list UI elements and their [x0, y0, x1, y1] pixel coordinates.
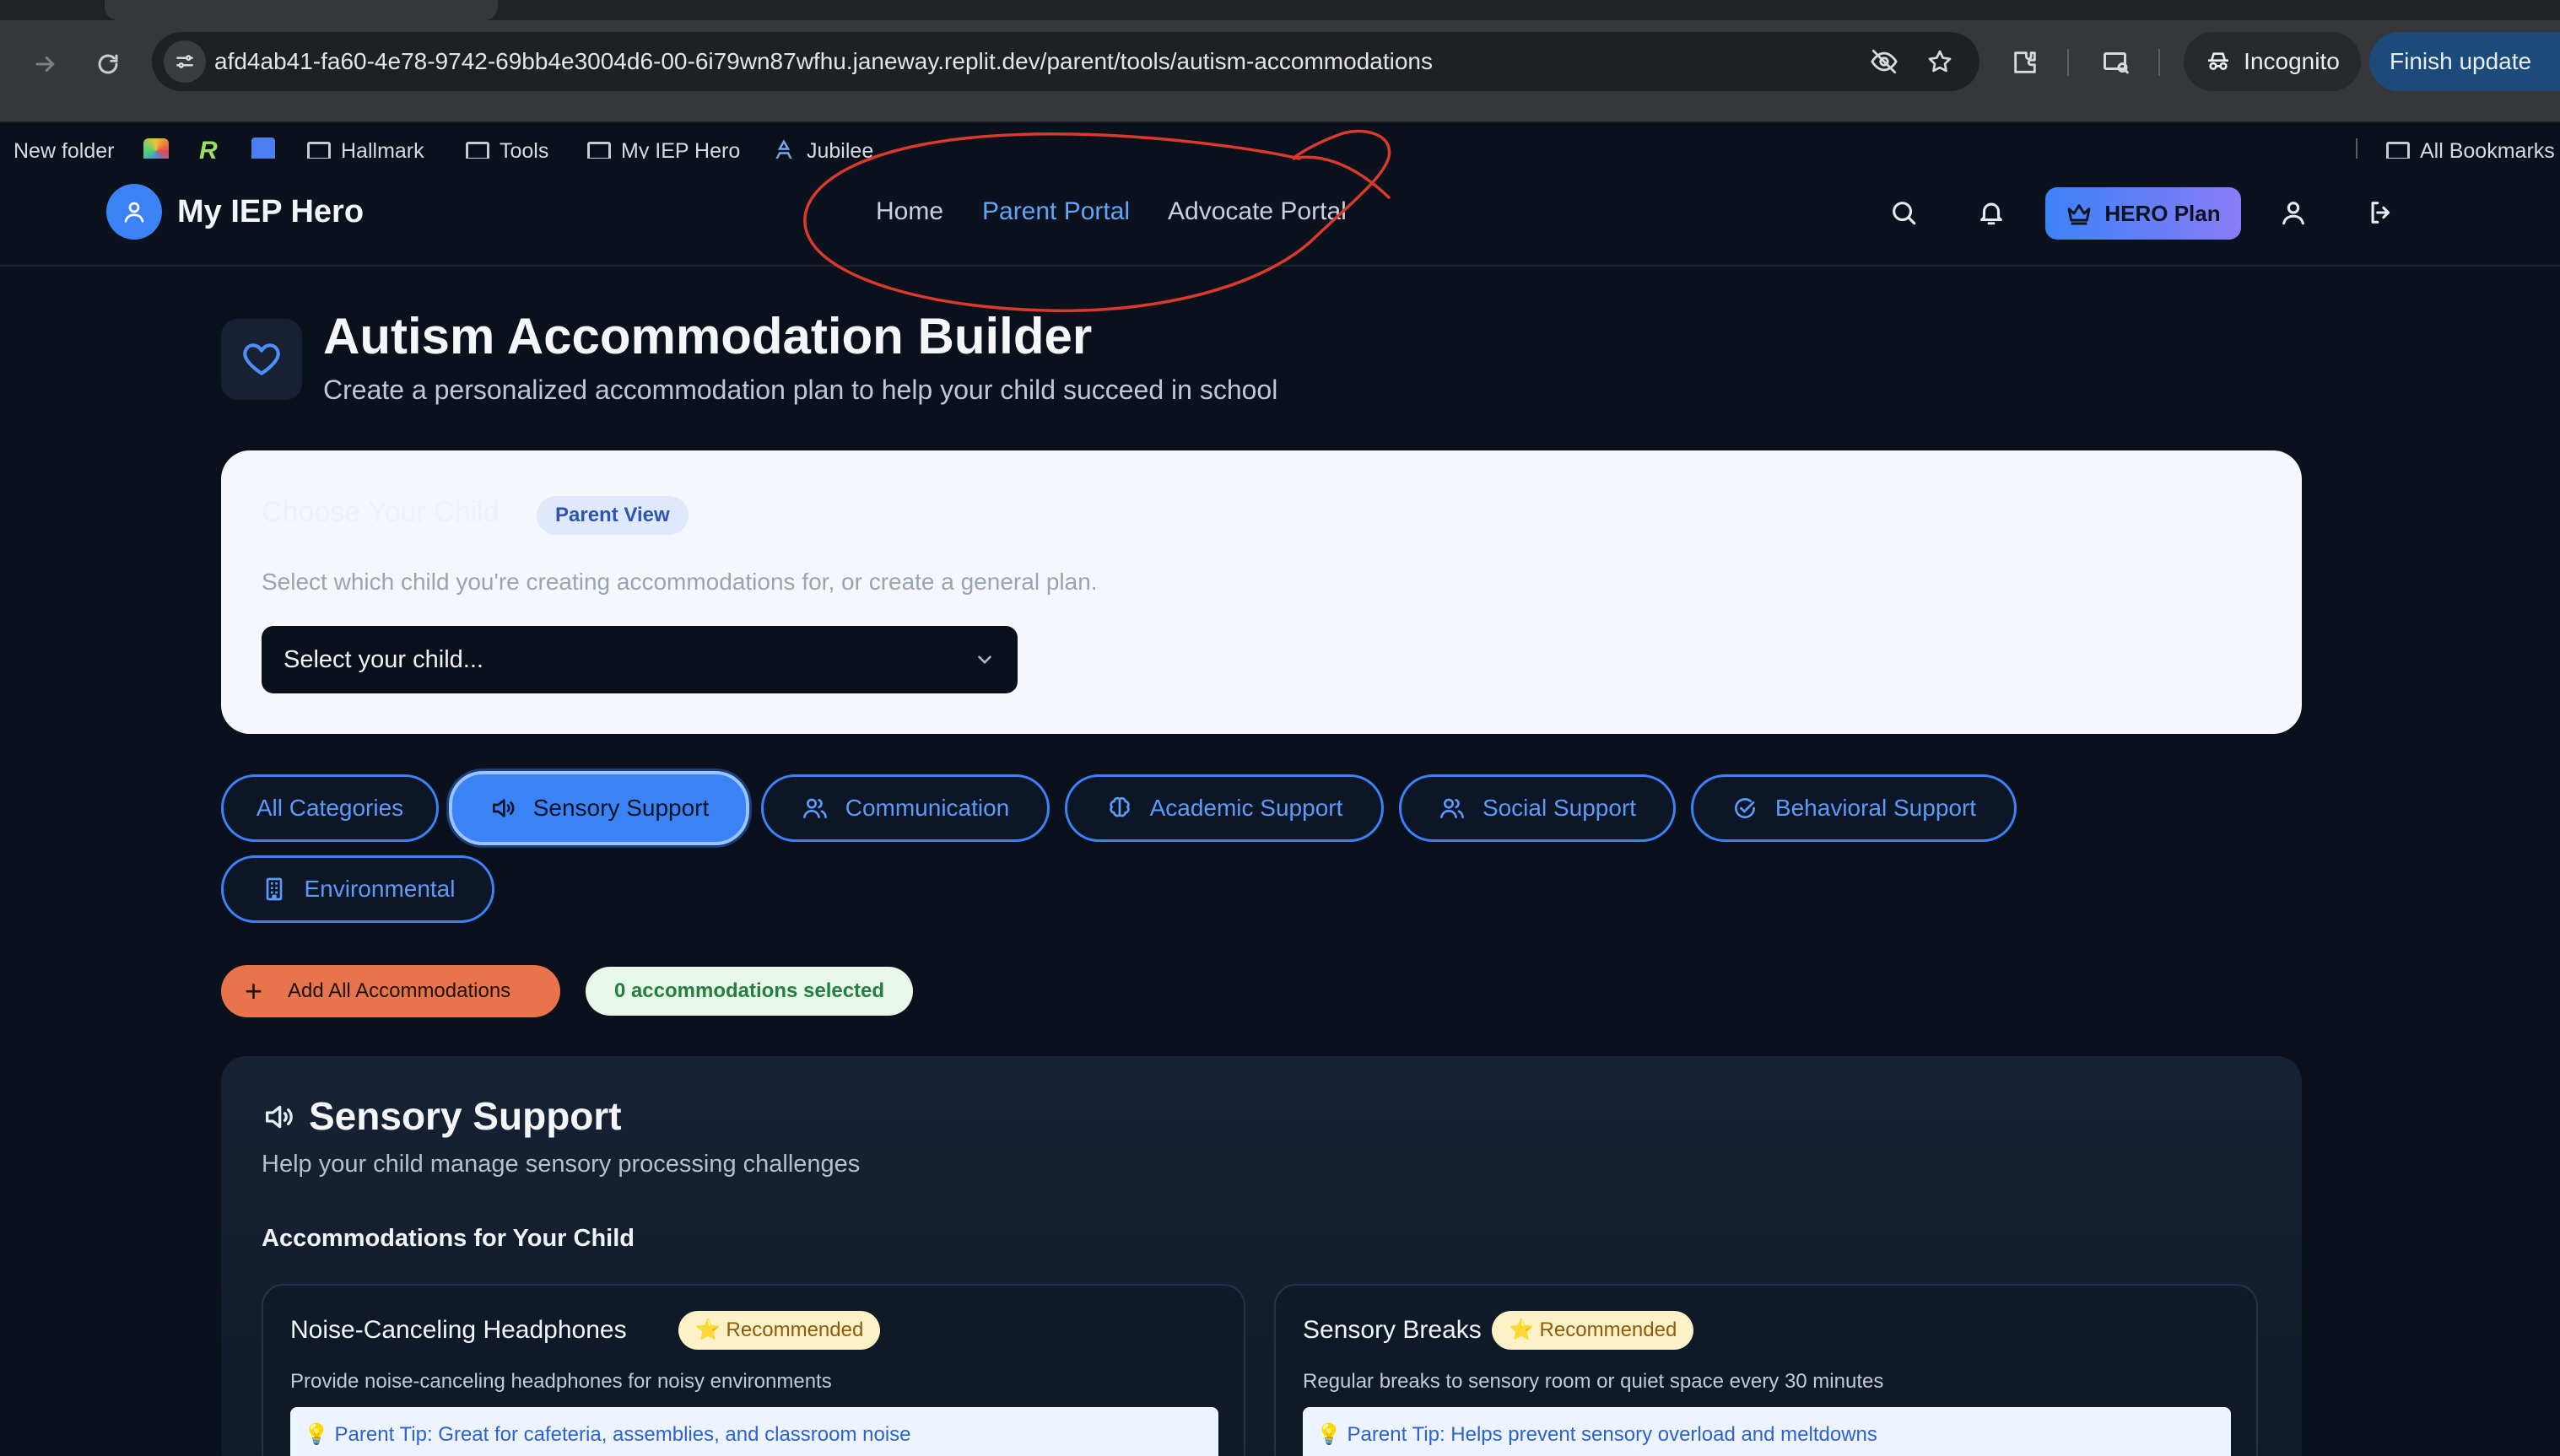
category-environmental[interactable]: Environmental	[221, 855, 494, 923]
search-button[interactable]	[1880, 189, 1927, 236]
eye-off-icon[interactable]	[1865, 42, 1904, 81]
volume-icon	[262, 1100, 295, 1138]
section-description: Help your child manage sensory processin…	[262, 1151, 861, 1178]
category-communication[interactable]: Communication	[761, 774, 1050, 842]
user-icon	[2282, 202, 2304, 225]
recommended-badge: ⭐ Recommended	[1492, 1311, 1694, 1350]
site-settings-icon[interactable]	[164, 40, 206, 83]
category-behavioral-support[interactable]: Behavioral Support	[1691, 774, 2017, 842]
profile-button[interactable]	[2270, 189, 2317, 236]
chevron-down-icon	[974, 626, 996, 693]
child-select-value: Select your child...	[284, 646, 483, 673]
add-all-label: Add All Accommodations	[288, 979, 511, 1002]
category-all[interactable]: All Categories	[221, 774, 439, 842]
choose-child-description: Select which child you're creating accom…	[262, 569, 1098, 595]
users-icon	[1439, 798, 1464, 818]
heart-icon-tile	[221, 319, 302, 400]
folder-icon	[307, 142, 331, 160]
reload-icon	[98, 54, 118, 74]
category-social-support[interactable]: Social Support	[1399, 774, 1676, 842]
page-subtitle: Create a personalized accommodation plan…	[323, 375, 1278, 405]
browser-toolbar: afd4ab41-fa60-4e78-9742-69bb4e3004d6-00-…	[0, 20, 2560, 164]
child-select[interactable]: Select your child...	[262, 626, 1018, 693]
search-icon	[1893, 202, 1916, 225]
accommodation-name: Noise-Canceling Headphones	[290, 1316, 627, 1344]
logout-button[interactable]	[2357, 189, 2405, 236]
nav-advocate-portal[interactable]: Advocate Portal	[1168, 182, 1347, 241]
incognito-indicator[interactable]: Incognito	[2184, 32, 2361, 91]
browser-tab-strip	[0, 0, 2560, 20]
notifications-button[interactable]	[1968, 189, 2015, 236]
category-label: Academic Support	[1149, 795, 1343, 821]
choose-child-card: Choose Your Child Parent View Select whi…	[221, 450, 2302, 734]
logout-icon	[2371, 202, 2390, 224]
accommodation-description: Regular breaks to sensory room or quiet …	[1303, 1370, 1884, 1393]
nav-home[interactable]: Home	[876, 182, 943, 241]
cast-search-icon[interactable]	[2093, 39, 2140, 86]
page-title: Autism Accommodation Builder	[323, 308, 1093, 364]
category-label: Environmental	[304, 876, 456, 902]
plus-icon: +	[245, 973, 263, 1008]
selected-count-badge: 0 accommodations selected	[586, 967, 913, 1016]
volume-icon	[492, 799, 515, 817]
section-subheading: Accommodations for Your Child	[262, 1225, 635, 1252]
address-bar[interactable]: afd4ab41-fa60-4e78-9742-69bb4e3004d6-00-…	[152, 32, 1979, 91]
hero-plan-label: HERO Plan	[2104, 200, 2221, 226]
finish-update-button[interactable]: Finish update	[2369, 32, 2560, 91]
hero-plan-button[interactable]: HERO Plan	[2045, 187, 2241, 240]
accommodation-description: Provide noise-canceling headphones for n…	[290, 1370, 832, 1393]
folder-icon	[587, 142, 611, 160]
category-label: Behavioral Support	[1774, 795, 1977, 821]
category-sensory-support[interactable]: Sensory Support	[449, 771, 749, 845]
app-header: My IEP Hero Home Parent Portal Advocate …	[0, 159, 2560, 267]
parent-view-badge: Parent View	[537, 496, 689, 535]
choose-child-title: Choose Your Child	[262, 496, 500, 528]
toolbar-divider	[2067, 49, 2069, 76]
add-all-accommodations-button[interactable]: + Add All Accommodations	[221, 965, 560, 1017]
logo[interactable]	[106, 184, 162, 240]
arrow-right-icon	[35, 57, 55, 72]
folder-icon	[2386, 142, 2410, 160]
accommodation-name: Sensory Breaks	[1303, 1316, 1482, 1344]
category-academic-support[interactable]: Academic Support	[1065, 774, 1384, 842]
check-circle-icon	[1734, 798, 1755, 819]
url-text[interactable]: afd4ab41-fa60-4e78-9742-69bb4e3004d6-00-…	[214, 32, 1433, 91]
building-icon	[266, 877, 282, 901]
crown-icon	[2067, 204, 2091, 225]
toolbar-divider	[2158, 49, 2160, 76]
category-label: All Categories	[256, 795, 404, 821]
heart-icon	[243, 343, 280, 375]
reload-button[interactable]	[83, 39, 133, 89]
accommodation-card-sensory-breaks[interactable]: Sensory Breaks ⭐ Recommended Regular bre…	[1274, 1284, 2258, 1456]
folder-icon	[466, 142, 489, 160]
recommended-badge: ⭐ Recommended	[678, 1311, 881, 1350]
sensory-support-section: Sensory Support Help your child manage s…	[221, 1056, 2302, 1456]
users-icon	[802, 798, 827, 818]
nav-parent-portal[interactable]: Parent Portal	[982, 182, 1130, 241]
extensions-icon[interactable]	[2001, 39, 2049, 86]
parent-tip: 💡 Parent Tip: Helps prevent sensory over…	[1303, 1407, 2231, 1456]
browser-active-tab[interactable]	[105, 0, 498, 20]
user-icon	[124, 202, 144, 223]
bell-icon	[1980, 202, 2002, 225]
forward-button[interactable]	[20, 39, 71, 89]
accommodation-card-headphones[interactable]: Noise-Canceling Headphones ⭐ Recommended…	[262, 1284, 1245, 1456]
incognito-label: Incognito	[2244, 48, 2340, 74]
brain-icon	[1109, 796, 1130, 817]
section-title: Sensory Support	[309, 1094, 622, 1138]
category-label: Sensory Support	[532, 795, 710, 821]
brand-name[interactable]: My IEP Hero	[177, 182, 364, 241]
parent-tip: 💡 Parent Tip: Great for cafeteria, assem…	[290, 1407, 1218, 1456]
star-icon[interactable]	[1920, 42, 1959, 81]
incognito-icon	[2208, 52, 2229, 70]
category-label: Communication	[845, 795, 1010, 821]
category-label: Social Support	[1482, 795, 1637, 821]
